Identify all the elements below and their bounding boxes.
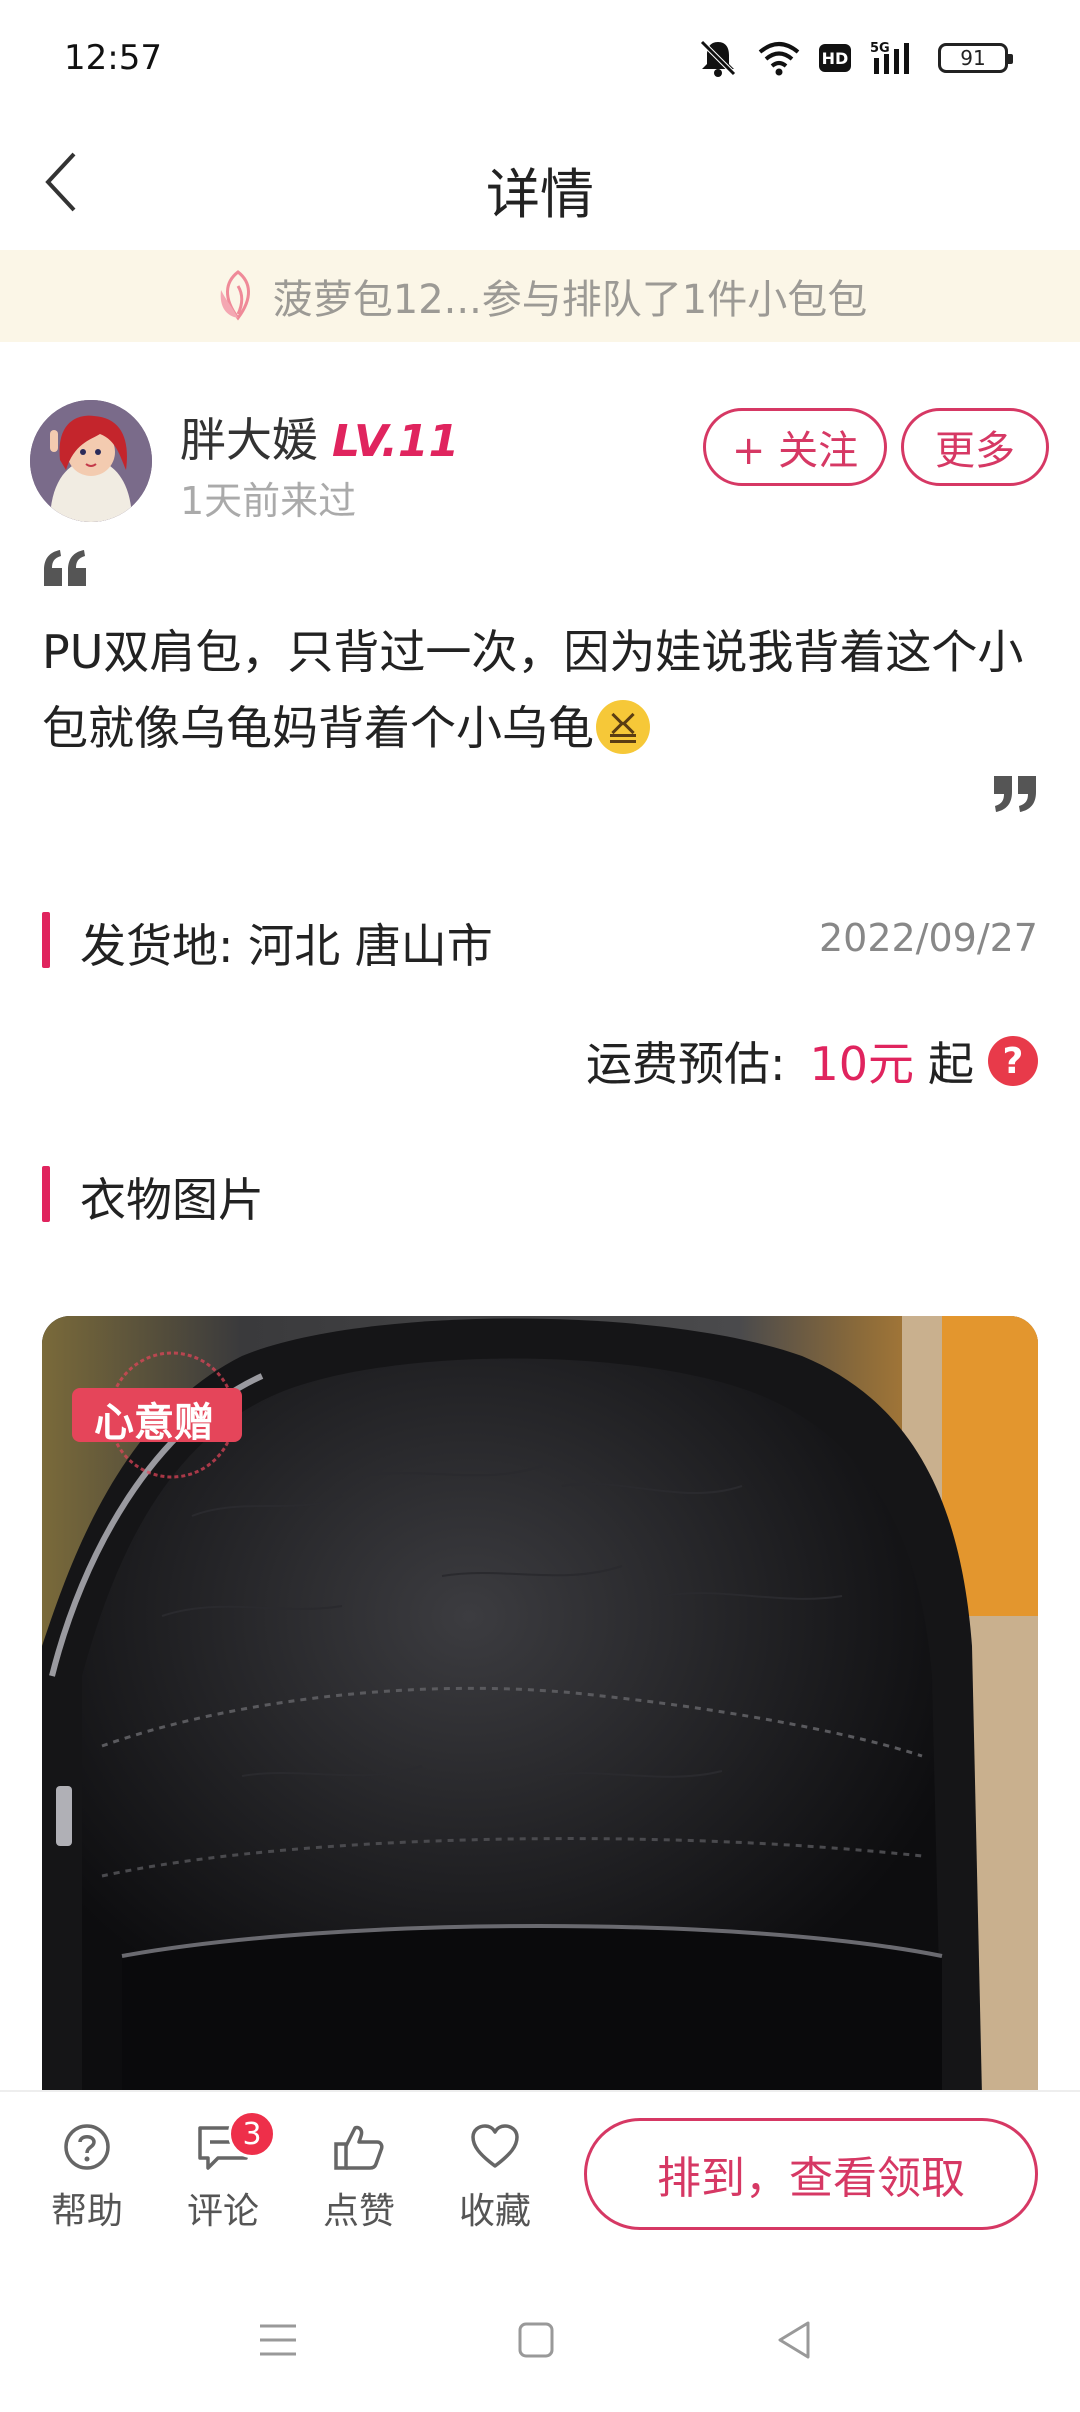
bottom-action-bar: 帮助 3 评论 点赞 收藏 排到，查看领取 <box>0 2090 1080 2260</box>
item-description-text: PU双肩包，只背过一次，因为娃说我背着这个小包就像乌龟妈背着个小乌龟 <box>42 625 1024 755</box>
home-nav-button[interactable] <box>504 2308 568 2372</box>
avatar-image <box>30 400 152 522</box>
back-nav-icon <box>778 2321 810 2359</box>
help-label: 帮助 <box>50 2191 123 2232</box>
post-date: 2022/09/27 <box>818 916 1038 960</box>
title-bar: 详情 <box>0 120 1080 250</box>
flower-icon <box>220 270 250 321</box>
shipping-price: 10元 <box>809 1037 914 1091</box>
more-button[interactable]: 更多 <box>901 408 1049 486</box>
like-label: 点赞 <box>322 2191 395 2232</box>
status-icons: HD 5G 91 <box>696 36 1013 80</box>
section-marker <box>42 1166 50 1222</box>
shipping-help-icon[interactable]: ? <box>988 1036 1038 1086</box>
section-marker <box>42 912 50 968</box>
status-time: 12:57 <box>64 38 162 78</box>
hd-icon: HD <box>819 44 851 72</box>
comment-count-badge: 3 <box>228 2110 276 2158</box>
signal-5g-icon: 5G <box>870 41 909 74</box>
system-nav-bar <box>0 2260 1080 2412</box>
confounded-emoji-icon <box>596 700 650 754</box>
quote-close-icon <box>992 774 1038 818</box>
queue-notice-banner: 菠萝包12...参与排队了1件小包包 <box>0 250 1080 342</box>
wifi-icon <box>758 42 800 76</box>
battery-level: 91 <box>960 46 986 70</box>
mute-bell-icon <box>700 40 736 77</box>
user-level: LV.11 <box>332 416 460 467</box>
like-action[interactable]: 点赞 <box>304 2122 414 2234</box>
page-title: 详情 <box>486 163 594 226</box>
gift-stamp: 心意赠 <box>72 1351 242 1479</box>
quote-open-icon <box>42 548 88 592</box>
shipping-label: 运费预估: <box>585 1037 786 1091</box>
avatar[interactable] <box>30 400 152 522</box>
help-icon <box>64 2124 110 2170</box>
shipping-origin: 发货地: 河北 唐山市 <box>80 919 493 973</box>
favorite-label: 收藏 <box>458 2191 531 2232</box>
photos-section-title: 衣物图片 <box>80 1173 264 1227</box>
favorite-icon <box>471 2124 519 2168</box>
gift-stamp-text: 心意赠 <box>94 1400 214 1446</box>
home-icon <box>518 2322 554 2358</box>
user-name: 胖大媛 <box>180 413 318 467</box>
user-name-row: 胖大媛 LV.11 <box>180 404 459 470</box>
battery-indicator: 91 <box>938 43 1013 73</box>
claim-button[interactable]: 排到，查看领取 <box>584 2118 1038 2230</box>
item-photo[interactable]: 心意赠 <box>42 1316 1038 2096</box>
svg-text:HD: HD <box>822 49 849 68</box>
notice-text: 菠萝包12...参与排队了1件小包包 <box>272 277 868 323</box>
item-description: PU双肩包，只背过一次，因为娃说我背着这个小包就像乌龟妈背着个小乌龟 <box>42 614 1042 766</box>
help-action[interactable]: 帮助 <box>32 2122 142 2234</box>
comment-action[interactable]: 3 评论 <box>168 2110 278 2234</box>
menu-nav-button[interactable] <box>246 2308 310 2372</box>
menu-icon <box>260 2324 296 2356</box>
comment-label: 评论 <box>186 2191 259 2232</box>
shipping-estimate: 运费预估: 10元 起 ? <box>586 1028 1038 1094</box>
favorite-action[interactable]: 收藏 <box>440 2122 550 2234</box>
status-bar: 12:57 HD 5G 91 <box>0 0 1080 120</box>
like-icon <box>334 2125 384 2170</box>
last-seen: 1天前来过 <box>180 479 357 523</box>
follow-button[interactable]: + 关注 <box>703 408 887 486</box>
shipping-suffix: 起 <box>928 1037 974 1091</box>
back-nav-button[interactable] <box>762 2308 826 2372</box>
svg-text:5G: 5G <box>870 41 890 56</box>
